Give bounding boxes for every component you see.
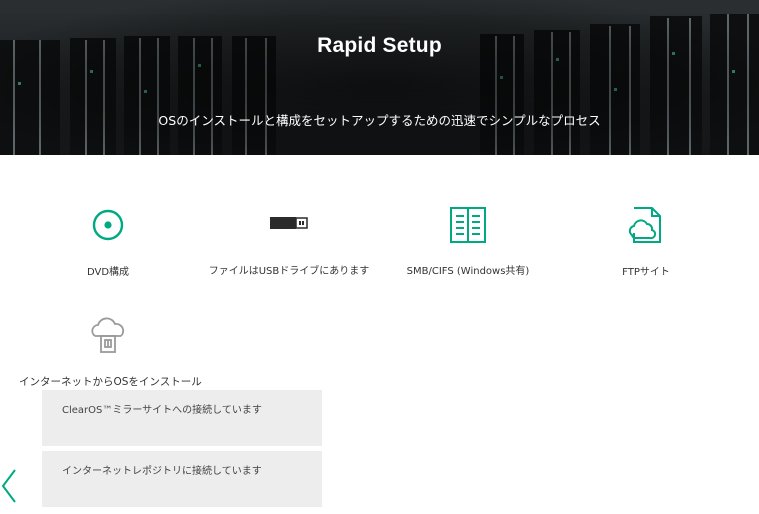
status-message-repository: インターネットレポジトリに接続しています — [42, 451, 322, 507]
option-label: FTPサイト — [622, 267, 670, 278]
option-internet-install[interactable] — [13, 314, 203, 354]
option-label: ファイルはUSBドライブにあります — [208, 266, 370, 277]
option-ftp[interactable]: FTPサイト — [551, 205, 741, 278]
internet-install-icon — [91, 317, 125, 353]
option-smb-cifs[interactable]: SMB/CIFS (Windows共有) — [373, 206, 563, 277]
option-label: インターネットからOSをインストール — [19, 376, 202, 388]
option-dvd[interactable]: DVD構成 — [13, 208, 203, 278]
page-title: Rapid Setup — [317, 34, 442, 57]
hero-banner: Rapid Setup OSのインストールと構成をセットアップするための迅速でシ… — [0, 0, 759, 155]
disc-icon — [92, 209, 124, 241]
ftp-cloud-icon — [628, 207, 661, 243]
status-message-mirror: ClearOS™ミラーサイトへの接続しています — [42, 390, 322, 446]
option-label: SMB/CIFS (Windows共有) — [406, 266, 530, 277]
option-usb[interactable]: ファイルはUSBドライブにあります — [194, 215, 384, 277]
hero-shade — [0, 0, 759, 155]
usb-drive-icon — [270, 217, 308, 229]
chevron-left-icon[interactable] — [0, 466, 20, 506]
network-share-icon — [450, 207, 486, 243]
option-label: DVD構成 — [86, 267, 130, 278]
page-subtitle: OSのインストールと構成をセットアップするための迅速でシンプルなプロセス — [158, 113, 601, 128]
